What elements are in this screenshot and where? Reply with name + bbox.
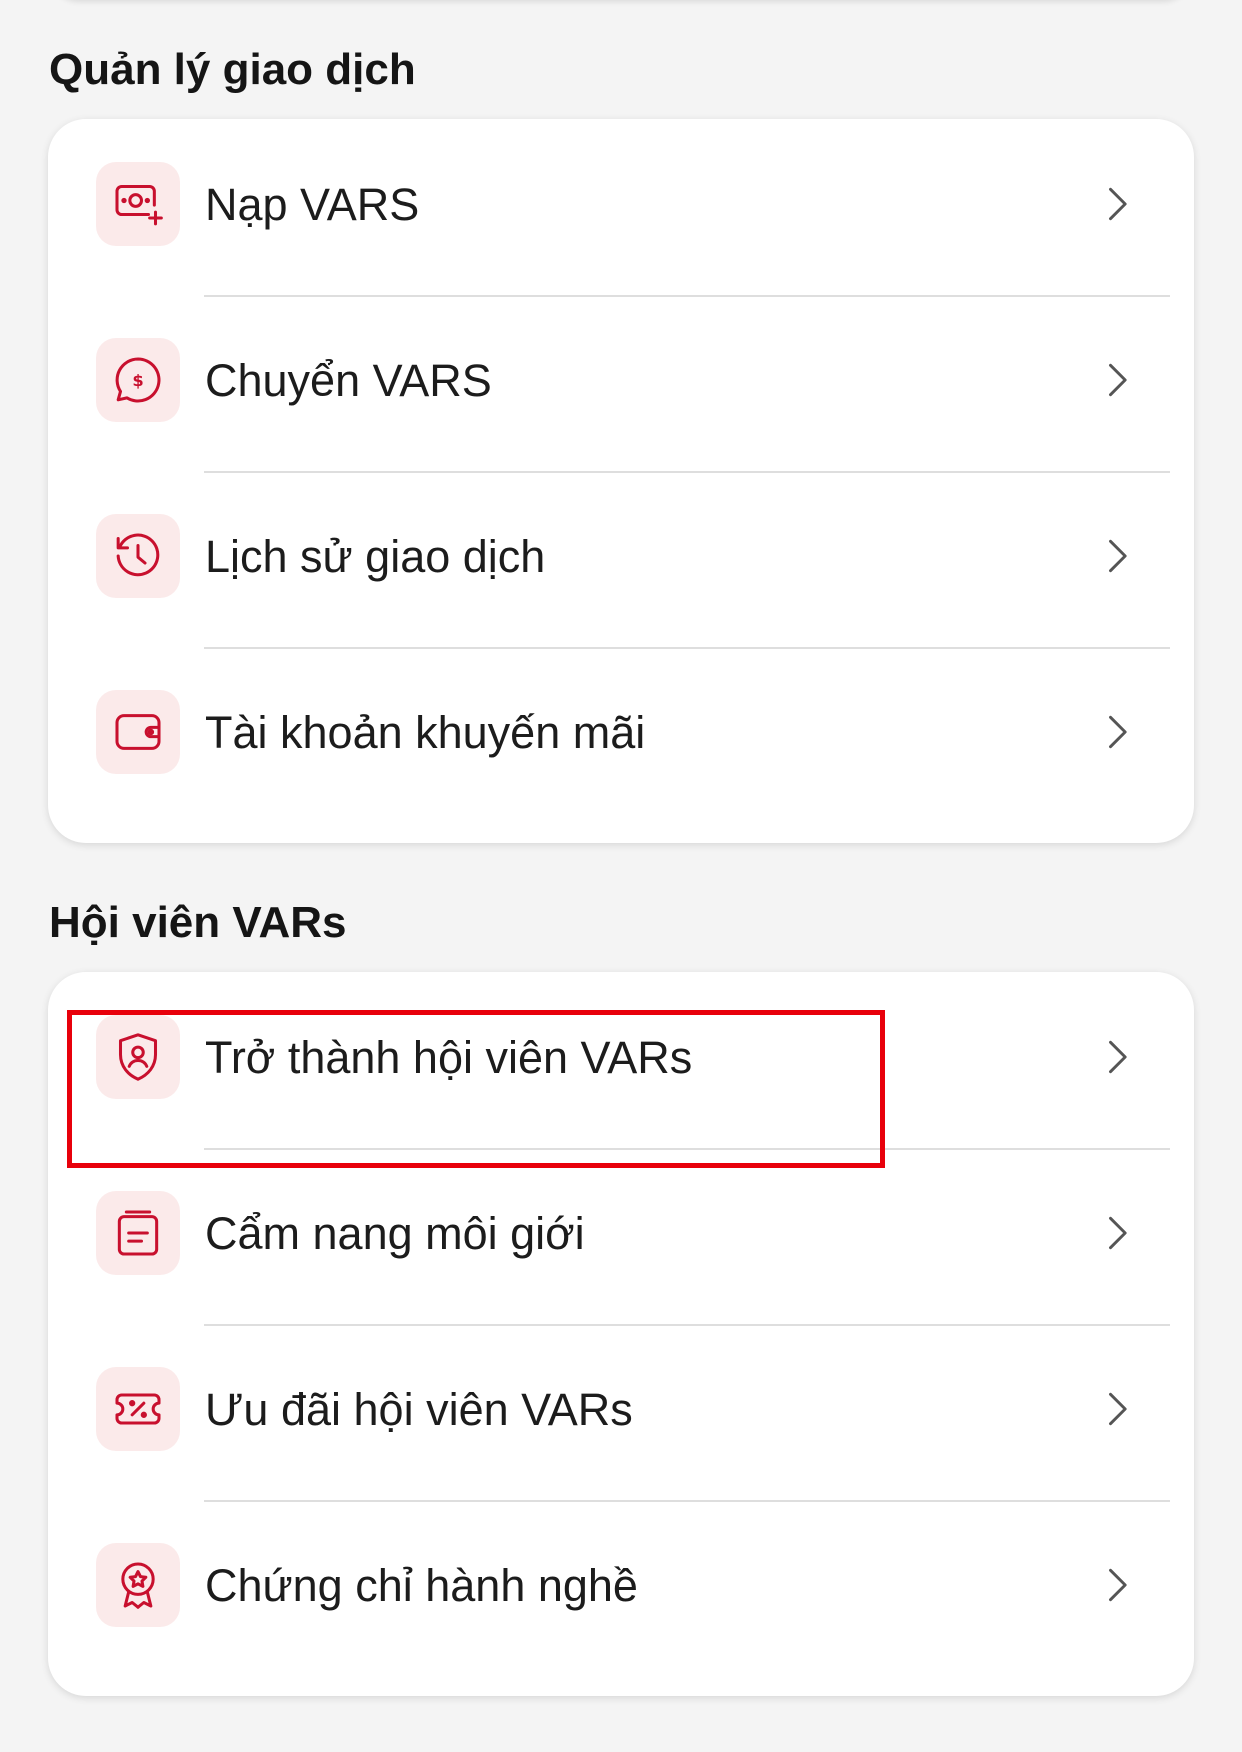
divider <box>204 295 1170 297</box>
menu-item-practice-certificate[interactable]: Chứng chỉ hành nghề <box>48 1543 1194 1719</box>
menu-item-broker-handbook[interactable]: Cẩm nang môi giới <box>48 1191 1194 1367</box>
menu-item-label: Trở thành hội viên VARs <box>205 1032 693 1083</box>
menu-item-transaction-history[interactable]: Lịch sử giao dịch <box>48 514 1194 690</box>
menu-item-label: Cẩm nang môi giới <box>205 1208 585 1259</box>
divider <box>204 1324 1170 1326</box>
chevron-right-icon <box>1109 715 1127 749</box>
section-title-membership: Hội viên VARs <box>49 898 347 947</box>
svg-text:$: $ <box>132 371 143 390</box>
history-clock-icon <box>96 514 180 598</box>
discount-ticket-icon <box>96 1367 180 1451</box>
handbook-icon <box>96 1191 180 1275</box>
divider <box>204 1500 1170 1502</box>
menu-item-label: Chứng chỉ hành nghề <box>205 1560 638 1611</box>
menu-item-label: Nạp VARS <box>205 179 420 230</box>
chevron-right-icon <box>1109 1216 1127 1250</box>
wallet-icon <box>96 690 180 774</box>
divider <box>204 471 1170 473</box>
chevron-right-icon <box>1109 1568 1127 1602</box>
chevron-right-icon <box>1109 539 1127 573</box>
menu-item-member-offers[interactable]: Ưu đãi hội viên VARs <box>48 1367 1194 1543</box>
menu-item-label: Ưu đãi hội viên VARs <box>205 1384 633 1435</box>
menu-item-label: Tài khoản khuyến mãi <box>205 707 646 758</box>
membership-card: Trở thành hội viên VARs Cẩm nang môi giớ… <box>48 972 1194 1696</box>
divider <box>204 1148 1170 1150</box>
chevron-right-icon <box>1109 1040 1127 1074</box>
menu-item-label: Chuyển VARS <box>205 355 492 406</box>
menu-item-promotion-account[interactable]: Tài khoản khuyến mãi <box>48 690 1194 866</box>
menu-item-transfer-vars[interactable]: $ Chuyển VARS <box>48 338 1194 514</box>
menu-item-top-up-vars[interactable]: Nạp VARS <box>48 162 1194 338</box>
chevron-right-icon <box>1109 187 1127 221</box>
chevron-right-icon <box>1109 1392 1127 1426</box>
shield-user-icon <box>96 1015 180 1099</box>
divider <box>204 647 1170 649</box>
certificate-badge-icon <box>96 1543 180 1627</box>
section-title-transactions: Quản lý giao dịch <box>49 45 416 94</box>
money-add-icon <box>96 162 180 246</box>
menu-item-become-member[interactable]: Trở thành hội viên VARs <box>48 1015 1194 1191</box>
transactions-card: Nạp VARS $ Chuyển VARS Lịch sử giao dịch <box>48 119 1194 843</box>
dollar-chat-icon: $ <box>96 338 180 422</box>
menu-item-label: Lịch sử giao dịch <box>205 531 546 582</box>
chevron-right-icon <box>1109 363 1127 397</box>
